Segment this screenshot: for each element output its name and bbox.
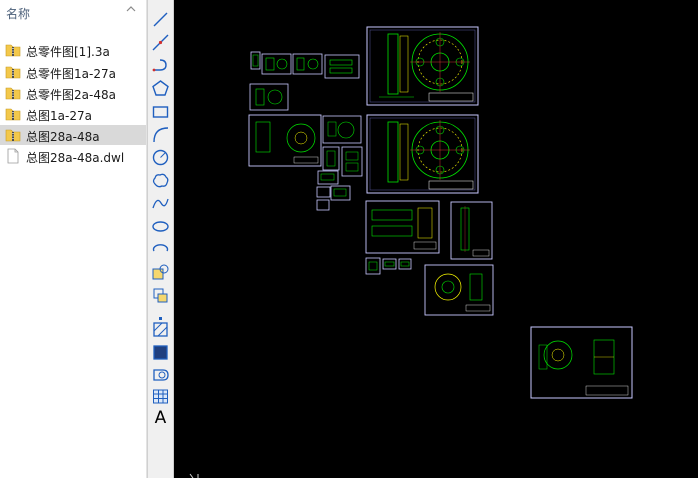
region-tool-button[interactable] bbox=[150, 364, 171, 385]
spline-icon bbox=[152, 198, 169, 209]
zip-folder-icon bbox=[5, 66, 21, 79]
drawing-sheet-small-2[interactable] bbox=[261, 53, 292, 75]
rectangle-icon bbox=[152, 106, 169, 118]
drawing-sheet-small-13[interactable] bbox=[365, 257, 381, 275]
ucs-cursor-mark bbox=[189, 473, 199, 479]
drawing-sheet-small-10[interactable] bbox=[330, 185, 351, 201]
file-name: 总图28a-48a.dwl bbox=[26, 151, 125, 165]
file-item-4[interactable]: 总图28a-48a bbox=[0, 125, 146, 145]
drawing-sheet-small-15[interactable] bbox=[398, 258, 412, 270]
file-item-5[interactable]: 总图28a-48a.dwl bbox=[0, 146, 146, 166]
drawing-sheet-small-6[interactable] bbox=[322, 115, 362, 144]
drawing-sheet-small-3[interactable] bbox=[292, 53, 323, 75]
drawing-sheet-large-3[interactable] bbox=[530, 326, 633, 399]
ellipse-tool-button[interactable] bbox=[150, 216, 171, 237]
file-name: 总图1a-27a bbox=[26, 109, 92, 123]
make-block-tool-button[interactable] bbox=[150, 285, 171, 306]
ellipse-icon bbox=[152, 221, 169, 232]
make-block-icon bbox=[153, 288, 168, 303]
hatch-icon bbox=[153, 322, 168, 337]
drawing-sheet-small-1[interactable] bbox=[250, 51, 261, 70]
column-header-name: 名称 bbox=[6, 7, 31, 21]
revision-cloud-tool-button[interactable] bbox=[150, 170, 171, 191]
zip-folder-icon bbox=[5, 108, 21, 121]
drawing-sheet-small-9[interactable] bbox=[317, 170, 339, 185]
file-name: 总图28a-48a bbox=[26, 130, 100, 144]
column-header[interactable]: 名称 bbox=[0, 0, 146, 26]
insert-block-icon bbox=[152, 264, 169, 280]
polyline-tool-button[interactable] bbox=[150, 55, 171, 76]
polyline-icon bbox=[152, 59, 167, 72]
file-name: 总零件图2a-48a bbox=[26, 88, 116, 102]
drawing-sheets bbox=[189, 26, 633, 479]
zip-folder-icon bbox=[5, 129, 21, 142]
hatch-tool-button[interactable] bbox=[150, 319, 171, 340]
table-tool-button[interactable] bbox=[150, 386, 171, 407]
circle-icon bbox=[152, 149, 169, 166]
multiline-text-tool-button[interactable]: A bbox=[150, 408, 171, 429]
drawing-sheet-small-11[interactable] bbox=[316, 186, 331, 198]
file-icon bbox=[7, 148, 19, 164]
arc-icon bbox=[153, 127, 169, 143]
drawing-sheet-medium-4[interactable] bbox=[424, 264, 494, 316]
file-item-0[interactable]: 总零件图[1].3a bbox=[0, 40, 146, 60]
construction-line-tool-button[interactable] bbox=[150, 32, 171, 53]
table-icon bbox=[153, 389, 168, 404]
drawing-sheet-small-5[interactable] bbox=[249, 83, 289, 111]
line-tool-button[interactable] bbox=[150, 9, 171, 30]
drawing-sheet-small-7[interactable] bbox=[322, 146, 340, 171]
rectangle-tool-button[interactable] bbox=[150, 101, 171, 122]
gradient-tool-button[interactable] bbox=[150, 342, 171, 363]
ellipse-arc-icon bbox=[152, 244, 169, 252]
arc-tool-button[interactable] bbox=[150, 124, 171, 145]
file-name: 总零件图1a-27a bbox=[26, 67, 116, 81]
drawing-sheet-large-2[interactable] bbox=[366, 114, 479, 194]
chevron-up-icon[interactable] bbox=[125, 3, 137, 15]
drawing-sheet-medium-2[interactable] bbox=[365, 200, 440, 254]
drawing-canvas[interactable] bbox=[174, 0, 698, 479]
draw-toolbar: A bbox=[147, 0, 174, 478]
spline-tool-button[interactable] bbox=[150, 193, 171, 214]
drawing-sheet-large-1[interactable] bbox=[366, 26, 479, 106]
circle-tool-button[interactable] bbox=[150, 147, 171, 168]
file-item-3[interactable]: 总图1a-27a bbox=[0, 104, 146, 124]
construction-line-icon bbox=[152, 34, 169, 51]
insert-block-tool-button[interactable] bbox=[150, 262, 171, 283]
file-item-2[interactable]: 总零件图2a-48a bbox=[0, 83, 146, 103]
drawing-sheet-small-8[interactable] bbox=[341, 146, 363, 177]
zip-folder-icon bbox=[5, 44, 21, 57]
drawing-sheet-medium-1[interactable] bbox=[248, 114, 322, 167]
line-icon bbox=[153, 12, 168, 27]
file-explorer-pane: 名称 总零件图[1].3a 总零件图1a-27a 总零件图2a-48a 总图1a… bbox=[0, 0, 147, 478]
zip-folder-icon bbox=[5, 87, 21, 100]
file-item-1[interactable]: 总零件图1a-27a bbox=[0, 62, 146, 82]
gradient-icon bbox=[153, 345, 168, 360]
file-name: 总零件图[1].3a bbox=[26, 45, 110, 59]
polygon-tool-button[interactable] bbox=[150, 78, 171, 99]
drawing-sheet-small-4[interactable] bbox=[324, 54, 360, 79]
revision-cloud-icon bbox=[152, 173, 169, 188]
region-icon bbox=[153, 369, 169, 381]
ellipse-arc-tool-button[interactable] bbox=[150, 239, 171, 260]
polygon-icon bbox=[152, 80, 169, 96]
drawing-sheet-small-14[interactable] bbox=[382, 258, 397, 270]
drawing-sheet-small-12[interactable] bbox=[316, 199, 330, 211]
multiline-text-icon: A bbox=[154, 408, 167, 428]
drawing-sheet-medium-3[interactable] bbox=[450, 201, 493, 260]
